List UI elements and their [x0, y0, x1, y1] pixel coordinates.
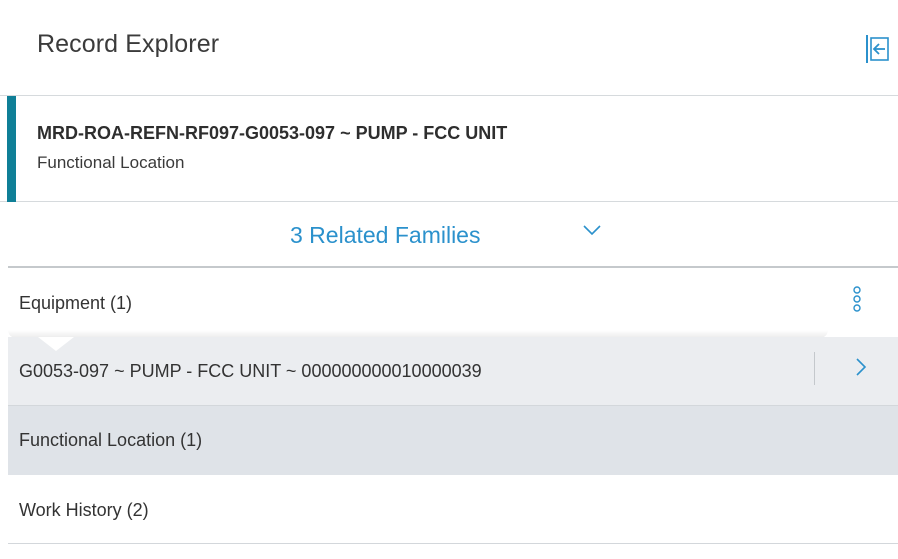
family-row-work-history[interactable]: Work History (2) — [8, 475, 898, 544]
page-title: Record Explorer — [37, 30, 220, 58]
family-row-functional-location[interactable]: Functional Location (1) — [8, 406, 898, 475]
pointer-notch — [38, 337, 74, 351]
collapse-panel-button[interactable] — [864, 33, 890, 65]
family-label-functional-location: Functional Location (1) — [19, 430, 203, 450]
record-explorer-header: Record Explorer — [0, 0, 898, 94]
related-families-toggle[interactable]: 3 Related Families — [0, 202, 898, 266]
collapse-left-icon — [866, 35, 889, 63]
row-separator — [814, 352, 815, 385]
family-menu-button[interactable] — [850, 285, 864, 315]
selected-record-card[interactable]: MRD-ROA-REFN-RF097-G0053-097 ~ PUMP - FC… — [0, 95, 898, 202]
selected-record-name: MRD-ROA-REFN-RF097-G0053-097 ~ PUMP - FC… — [37, 123, 508, 143]
kebab-menu-icon — [853, 286, 861, 312]
related-families-label: 3 Related Families — [290, 222, 481, 248]
record-explorer-panel: Record Explorer MRD-ROA-REFN-RF097-G0053… — [0, 0, 898, 559]
family-row-equipment[interactable]: Equipment (1) — [8, 268, 898, 337]
selected-indicator-bar — [7, 96, 16, 202]
related-record-row[interactable]: G0053-097 ~ PUMP - FCC UNIT ~ 0000000000… — [8, 337, 898, 406]
chevron-down-icon — [583, 225, 601, 236]
related-record-label: G0053-097 ~ PUMP - FCC UNIT ~ 0000000000… — [19, 361, 482, 381]
family-label-work-history: Work History (2) — [19, 500, 149, 520]
selected-record-family: Functional Location — [37, 153, 185, 172]
family-label-equipment: Equipment (1) — [19, 293, 133, 313]
chevron-right-icon[interactable] — [855, 357, 867, 377]
